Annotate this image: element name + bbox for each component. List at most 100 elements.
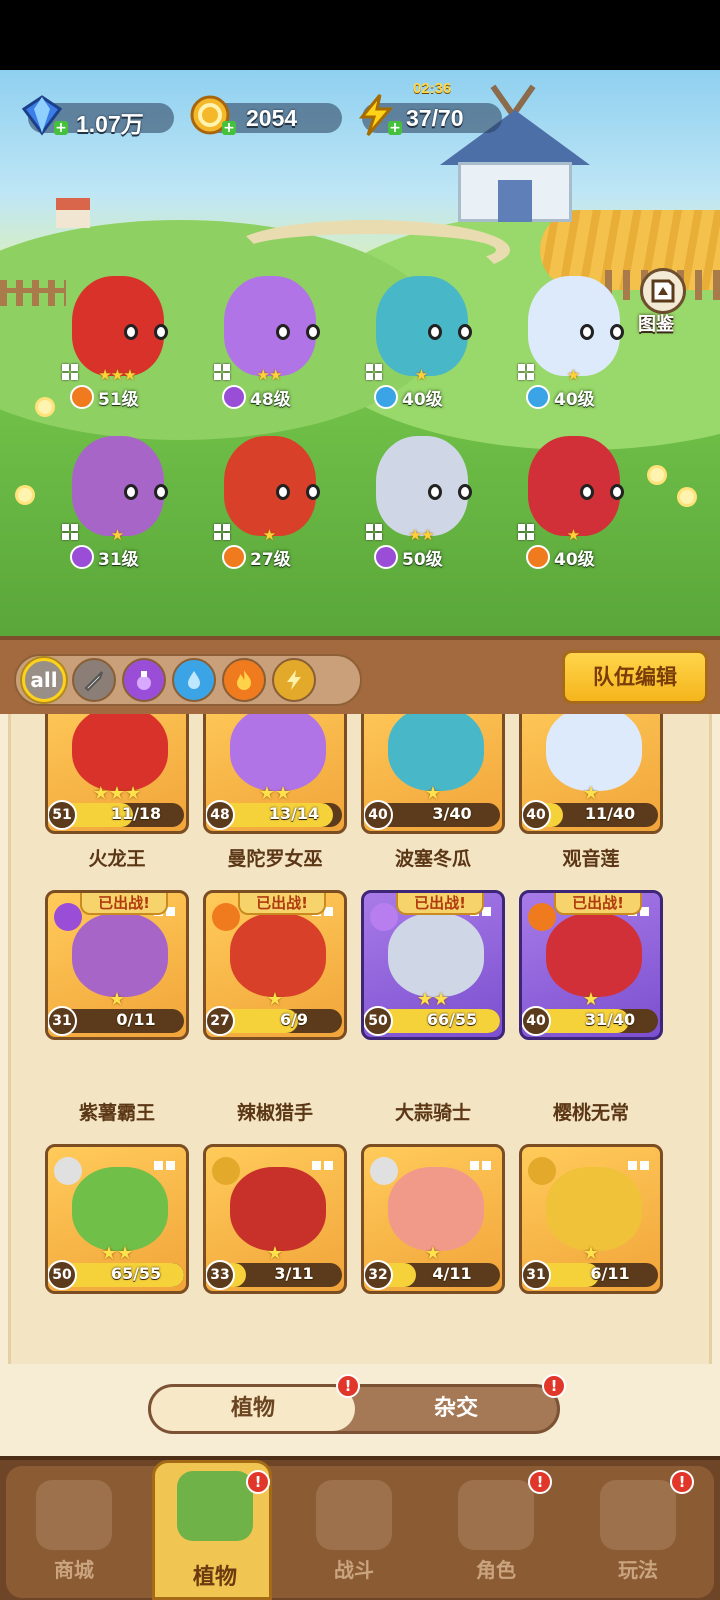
hero-stars: ★ — [566, 526, 580, 544]
hero-stars: ★ — [414, 366, 428, 384]
energy-counter[interactable]: + 37/70 — [358, 94, 502, 136]
filter-all[interactable]: all — [22, 658, 66, 702]
plant-card[interactable]: 已出战! ★★ 66/55 50 — [361, 890, 505, 1040]
plant-portrait — [546, 1167, 642, 1251]
hero-portrait — [376, 436, 472, 536]
plant-portrait — [72, 913, 168, 997]
hero-scene: + 1.07万 + 2054 02:36 + 37/70 图鉴 ★★★ 51级 … — [0, 70, 720, 640]
plant-portrait — [388, 913, 484, 997]
card-level: 48 — [206, 800, 235, 830]
shard-count: 6/9 — [279, 1010, 309, 1029]
grid-icon — [470, 1161, 492, 1175]
status-bar — [0, 0, 720, 70]
poison-icon — [370, 903, 398, 931]
poison-icon — [222, 385, 246, 409]
hero-level: 51级 — [98, 389, 139, 410]
character-icon — [458, 1480, 534, 1550]
plant-card[interactable]: 已出战! ★ 6/9 27 — [203, 890, 347, 1040]
hero-level: 40级 — [402, 389, 443, 410]
plant-panel: all 队伍编辑 ★★★ 11/18 51 火龙王 ★★ 13/14 48 曼陀… — [0, 636, 720, 1456]
deployed-badge: 已出战! — [396, 893, 484, 915]
poison-icon — [374, 545, 398, 569]
filter-fire[interactable] — [222, 658, 266, 702]
plant-portrait — [388, 714, 484, 791]
plant-card[interactable]: ★★★ 11/18 51 — [45, 714, 189, 834]
plant-card[interactable]: ★★ 13/14 48 — [203, 714, 347, 834]
hero-slot[interactable]: ★ 40级 — [498, 266, 648, 416]
alert-badge: ! — [528, 1470, 552, 1494]
add-energy-icon[interactable]: + — [388, 121, 402, 135]
coins-counter[interactable]: + 2054 — [190, 95, 342, 135]
tab-hybrid[interactable]: 杂交 — [355, 1387, 557, 1431]
energy-timer: 02:36 — [413, 80, 452, 97]
filter-sword[interactable] — [72, 658, 116, 702]
shard-count: 3/11 — [274, 1264, 314, 1283]
plant-card[interactable]: ★ 4/11 32 — [361, 1144, 505, 1294]
hero-portrait — [224, 276, 320, 376]
card-level: 51 — [48, 800, 77, 830]
hero-stars: ★ — [566, 366, 580, 384]
nav-label: 角色 — [476, 1558, 516, 1582]
sword-icon — [370, 1157, 398, 1185]
plant-name: 樱桃无常 — [552, 1102, 629, 1124]
team-edit-button[interactable]: 队伍编辑 — [562, 650, 708, 704]
hero-slot[interactable]: ★ 40级 — [498, 426, 648, 576]
plant-name: 辣椒猎手 — [236, 1102, 313, 1124]
windmill-icon — [316, 1480, 392, 1550]
plant-name: 大蒜骑士 — [394, 1102, 471, 1124]
plant-portrait — [546, 913, 642, 997]
hero-slot[interactable]: ★ 31级 — [42, 426, 192, 576]
bottom-nav: 商城 植物 战斗 角色 玩法 ! ! ! — [0, 1456, 720, 1600]
shard-count: 4/11 — [432, 1264, 472, 1283]
gems-counter[interactable]: + 1.07万 — [21, 95, 174, 137]
hero-level: 40级 — [554, 549, 595, 570]
plant-portrait — [230, 1167, 326, 1251]
flame-icon — [237, 670, 251, 690]
hero-stars: ★★ — [256, 366, 283, 384]
card-level: 32 — [364, 1260, 393, 1290]
fire-icon — [528, 903, 556, 931]
deployed-badge: 已出战! — [554, 893, 642, 915]
hero-slot[interactable]: ★ 40级 — [346, 266, 496, 416]
plant-card[interactable]: ★ 3/11 33 — [203, 1144, 347, 1294]
tab-plants[interactable]: 植物 — [151, 1387, 355, 1431]
plant-card[interactable]: 已出战! ★ 31/40 40 — [519, 890, 663, 1040]
plant-card[interactable]: ★ 11/40 40 — [519, 714, 663, 834]
hero-portrait — [528, 276, 624, 376]
card-level: 50 — [364, 1006, 393, 1036]
grid-icon — [628, 1161, 650, 1175]
hero-slot[interactable]: ★ 27级 — [194, 426, 344, 576]
hero-slot[interactable]: ★★ 50级 — [346, 426, 496, 576]
shard-count: 31/40 — [584, 1010, 636, 1029]
plant-card[interactable]: ★★ 65/55 50 — [45, 1144, 189, 1294]
alert-badge: ! — [670, 1470, 694, 1494]
nav-battle[interactable]: 战斗 — [294, 1472, 414, 1598]
lightning-icon — [287, 670, 301, 690]
add-coins-icon[interactable]: + — [222, 121, 236, 135]
water-icon — [526, 385, 550, 409]
hero-portrait — [72, 436, 168, 536]
deployed-badge: 已出战! — [238, 893, 326, 915]
filter-water[interactable] — [172, 658, 216, 702]
add-gems-icon[interactable]: + — [54, 121, 68, 135]
plant-name: 曼陀罗女巫 — [227, 848, 323, 870]
shard-count: 11/40 — [584, 804, 636, 823]
plant-card[interactable]: ★ 6/11 31 — [519, 1144, 663, 1294]
nav-shop[interactable]: 商城 — [14, 1472, 134, 1598]
hero-slot[interactable]: ★★★ 51级 — [42, 266, 192, 416]
water-icon — [374, 385, 398, 409]
nav-label: 植物 — [192, 1565, 237, 1590]
plant-portrait — [388, 1167, 484, 1251]
filter-poison[interactable] — [122, 658, 166, 702]
plant-portrait — [230, 913, 326, 997]
filter-lightning[interactable] — [272, 658, 316, 702]
hero-portrait — [72, 276, 168, 376]
hero-slot[interactable]: ★★ 48级 — [194, 266, 344, 416]
hero-portrait — [376, 276, 472, 376]
plant-card[interactable]: ★ 3/40 40 — [361, 714, 505, 834]
hero-level: 27级 — [250, 549, 291, 570]
shard-count: 13/14 — [268, 804, 320, 823]
hero-stars: ★★★ — [98, 366, 136, 384]
plant-card[interactable]: 已出战! ★ 0/11 31 — [45, 890, 189, 1040]
hero-level: 31级 — [98, 549, 139, 570]
